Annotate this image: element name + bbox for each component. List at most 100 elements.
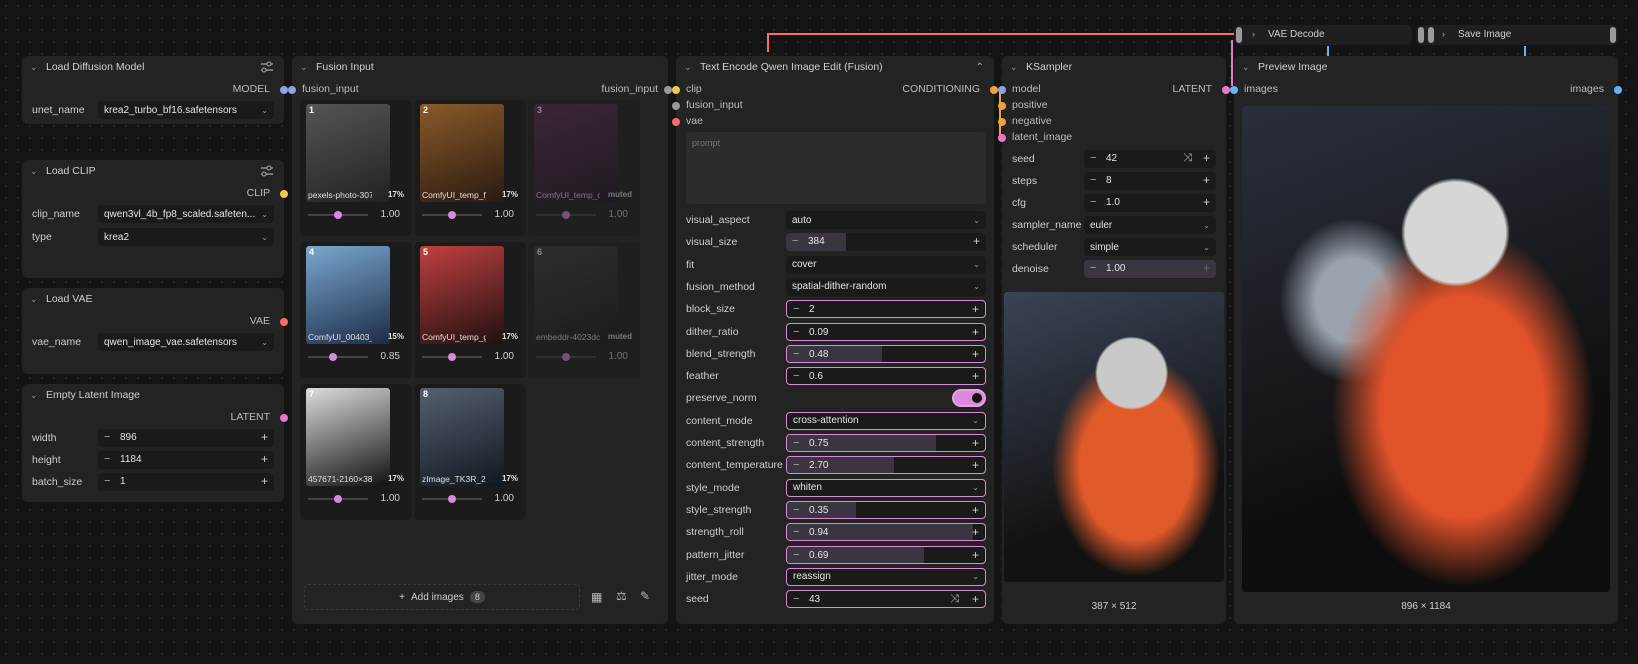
fusion-method-select[interactable]: spatial-dither-random ⌄ [786, 277, 986, 296]
vae-name-select[interactable]: qwen_image_vae.safetensors ⌄ [98, 333, 274, 351]
latent-output-port[interactable] [280, 414, 288, 422]
minus-icon[interactable]: − [1090, 262, 1096, 274]
settings-sliders-icon[interactable] [260, 165, 274, 177]
vae-output-port[interactable] [280, 318, 288, 326]
weight-slider-handle[interactable] [448, 495, 456, 503]
chevron-down-icon[interactable]: ⌄ [300, 62, 310, 73]
fusion-image-card[interactable]: 7 457671-2160×3840... 17% 1.00 [300, 384, 412, 520]
weight-slider-handle[interactable] [448, 211, 456, 219]
minus-icon[interactable]: − [793, 348, 799, 360]
prompt-textarea[interactable] [686, 132, 986, 204]
shuffle-icon[interactable]: ⤨ [950, 593, 959, 606]
block-size-input[interactable]: −2 + [786, 300, 986, 319]
plus-icon[interactable]: + [261, 474, 268, 488]
weight-slider-handle[interactable] [329, 353, 338, 361]
seed-input[interactable]: −42 ⤨ + [1084, 150, 1216, 168]
denoise-input[interactable]: −1.00 + [1084, 260, 1216, 278]
minus-icon[interactable]: − [792, 235, 798, 247]
weight-slider-handle[interactable] [562, 353, 570, 361]
text-encode-node[interactable]: ⌄ Text Encode Qwen Image Edit (Fusion) ⌃ c… [672, 56, 998, 624]
cfg-input[interactable]: −1.0 + [1084, 194, 1216, 212]
fusion-image-card[interactable]: 3 ComfyUI_temp_o... muted 1.00 [528, 100, 640, 236]
chevron-right-icon[interactable]: › [1442, 29, 1445, 39]
plus-icon[interactable]: + [972, 347, 979, 361]
output-port[interactable] [1610, 27, 1616, 43]
positive-input-port[interactable] [998, 102, 1006, 110]
fusion-image-card[interactable]: 5 ComfyUI_temp_gsy... 17% 1.00 [414, 242, 526, 378]
images-output-port[interactable] [1614, 86, 1622, 94]
add-images-button[interactable]: + Add images 8 [304, 584, 580, 610]
shuffle-icon[interactable]: ⤨ [1183, 152, 1192, 165]
minus-icon[interactable]: − [793, 370, 799, 382]
minus-icon[interactable]: − [793, 504, 799, 516]
content-strength-input[interactable]: −0.75 + [786, 434, 986, 452]
plus-icon[interactable]: + [972, 458, 979, 472]
ksampler-node[interactable]: ⌄ KSampler model positive negative latent… [998, 56, 1230, 624]
collapse-icon[interactable]: ⌃ [976, 62, 984, 73]
minus-icon[interactable]: − [1090, 196, 1096, 208]
plus-icon[interactable]: + [972, 503, 979, 517]
scheduler-select[interactable]: simple ⌄ [1084, 238, 1216, 256]
minus-icon[interactable]: − [1090, 152, 1096, 164]
clip-input-port[interactable] [672, 86, 680, 94]
style-mode-select[interactable]: whiten ⌄ [786, 478, 986, 497]
visual-size-input[interactable]: −384 + [786, 233, 986, 252]
plus-icon[interactable]: + [972, 369, 979, 383]
minus-icon[interactable]: − [1090, 174, 1096, 186]
chevron-down-icon[interactable]: ⌄ [30, 294, 40, 305]
vae-decode-node[interactable]: › VAE Decode [1234, 25, 1412, 45]
weight-slider-track[interactable] [308, 356, 368, 358]
jitter-mode-select[interactable]: reassign ⌄ [786, 567, 986, 586]
width-input[interactable]: −896 + [98, 429, 274, 447]
minus-icon[interactable]: − [793, 326, 799, 338]
fusion-image-card[interactable]: 6 embeddr-4023dc... muted 1.00 [528, 242, 640, 378]
fusion-input-node[interactable]: ⌄ Fusion Input fusion_input fusion_input … [288, 56, 672, 624]
type-select[interactable]: krea2 ⌄ [98, 228, 274, 246]
weight-slider-handle[interactable] [448, 353, 456, 361]
latent-output-port[interactable] [1222, 86, 1230, 94]
input-port[interactable] [1236, 27, 1242, 43]
fusion-image-card[interactable]: 8 zImage_TK3R_2025... 17% 1.00 [414, 384, 526, 520]
conditioning-output-port[interactable] [990, 86, 998, 94]
clip-output-port[interactable] [280, 190, 288, 198]
minus-icon[interactable]: − [793, 459, 799, 471]
minus-icon[interactable]: − [104, 431, 110, 443]
model-input-port[interactable] [998, 86, 1006, 94]
save-image-node[interactable]: › Save Image [1416, 25, 1618, 45]
empty-latent-image-node[interactable]: ⌄ Empty Latent Image LATENT width −896 + h… [22, 384, 288, 502]
plus-icon[interactable]: + [261, 430, 268, 444]
strength-roll-input[interactable]: −0.94 + [786, 523, 986, 542]
chevron-down-icon[interactable]: ⌄ [30, 62, 40, 73]
minus-icon[interactable]: − [793, 549, 799, 561]
plus-icon[interactable]: + [972, 592, 979, 606]
latent-input-port[interactable] [998, 134, 1006, 142]
content-mode-select[interactable]: cross-attention ⌄ [786, 411, 986, 430]
fusion-image-card[interactable]: 1 pexels-photo-3078... 17% 1.00 [300, 100, 412, 236]
chevron-down-icon[interactable]: ⌄ [30, 166, 40, 177]
load-vae-node[interactable]: ⌄ Load VAE VAE vae_name qwen_image_vae.sa… [22, 288, 288, 374]
minus-icon[interactable]: − [793, 437, 799, 449]
vae-input-port[interactable] [672, 118, 680, 126]
blend-strength-input[interactable]: −0.48 + [786, 344, 986, 363]
load-clip-node[interactable]: ⌄ Load CLIP CLIP clip_name qwen3vl_4b_fp8… [22, 160, 288, 278]
unet-name-select[interactable]: krea2_turbo_bf16.safetensors ⌄ [98, 101, 274, 119]
sampler-name-select[interactable]: euler ⌄ [1084, 216, 1216, 234]
minus-icon[interactable]: − [104, 453, 110, 465]
chevron-right-icon[interactable]: › [1252, 29, 1255, 39]
feather-input[interactable]: −0.6 + [786, 367, 986, 386]
plus-icon[interactable]: + [972, 548, 979, 562]
fusion-input-port[interactable] [672, 102, 680, 110]
chevron-down-icon[interactable]: ⌄ [684, 62, 694, 73]
input-port[interactable] [1428, 27, 1434, 43]
weight-slider-handle[interactable] [334, 495, 342, 503]
load-diffusion-model-node[interactable]: ⌄ Load Diffusion Model MODEL unet_name kr… [22, 56, 288, 124]
preserve-norm-toggle[interactable] [786, 389, 986, 408]
chevron-down-icon[interactable]: ⌄ [1242, 62, 1252, 73]
balance-icon[interactable]: ⚖ [616, 589, 627, 603]
visual-aspect-select[interactable]: auto ⌄ [786, 211, 986, 229]
plus-icon[interactable]: + [1203, 261, 1210, 275]
minus-icon[interactable]: − [104, 475, 110, 487]
steps-input[interactable]: −8 + [1084, 172, 1216, 190]
content-temperature-input[interactable]: −2.70 + [786, 456, 986, 475]
style-strength-input[interactable]: −0.35 + [786, 500, 986, 519]
